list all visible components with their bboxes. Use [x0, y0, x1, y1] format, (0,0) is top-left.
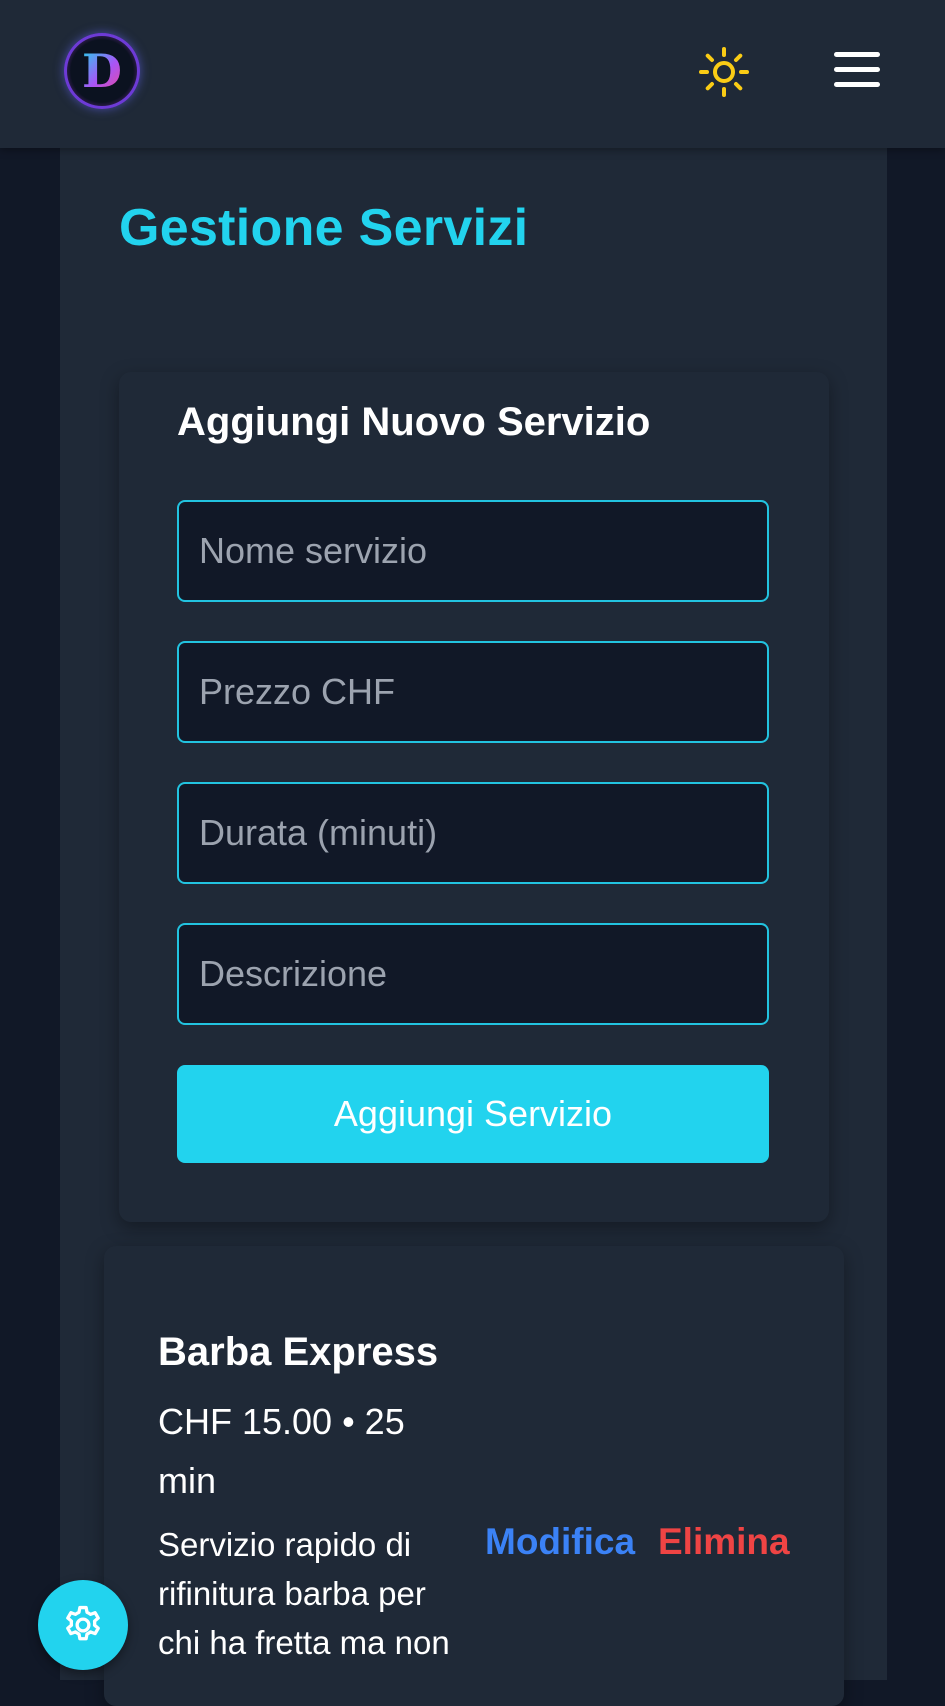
price-input[interactable] [177, 641, 769, 743]
service-name: Barba Express [158, 1330, 439, 1374]
delete-service-button[interactable]: Elimina [658, 1521, 790, 1563]
logo-letter: D [82, 44, 122, 98]
gear-icon [66, 1605, 100, 1641]
add-service-button[interactable]: Aggiungi Servizio [177, 1065, 769, 1163]
menu-line [834, 52, 880, 57]
page-title: Gestione Servizi [119, 199, 529, 257]
app-logo[interactable]: D [64, 33, 140, 109]
service-name-input[interactable] [177, 500, 769, 602]
form-heading: Aggiungi Nuovo Servizio [177, 400, 651, 444]
service-description: Servizio rapido di rifinitura barba per … [158, 1526, 450, 1661]
hamburger-menu-icon[interactable] [834, 50, 880, 90]
settings-button[interactable] [38, 1580, 128, 1670]
description-input[interactable] [177, 923, 769, 1025]
service-price-duration: CHF 15.00 • 25 min [158, 1401, 405, 1501]
menu-line [834, 67, 880, 72]
duration-input[interactable] [177, 782, 769, 884]
top-bar: D [0, 0, 945, 148]
sun-icon[interactable] [698, 46, 750, 98]
menu-line [834, 82, 880, 87]
edit-service-button[interactable]: Modifica [485, 1521, 635, 1563]
